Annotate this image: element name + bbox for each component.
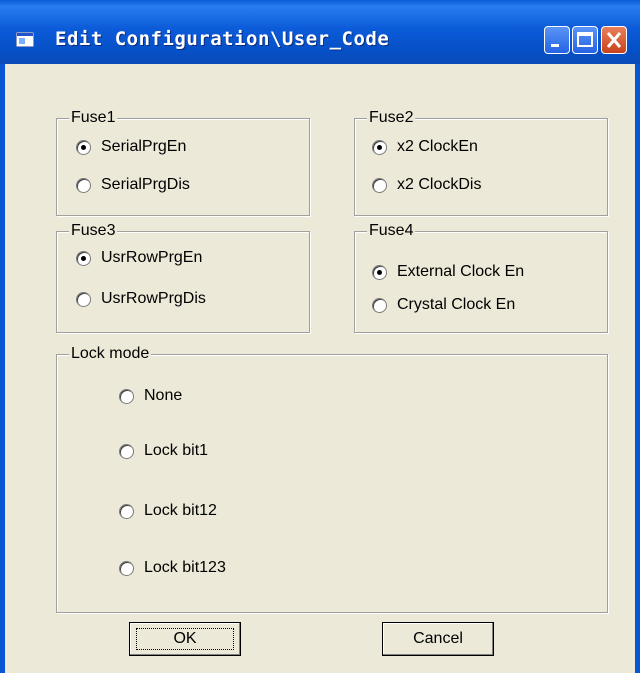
fuse3-group: Fuse3 UsrRowPrgEn UsrRowPrgDis: [56, 222, 310, 333]
radio-usrrowprgen-label: UsrRowPrgEn: [101, 249, 203, 266]
fuse2-label: Fuse2: [367, 109, 416, 127]
radio-lock-bit1[interactable]: Lock bit1: [119, 442, 208, 460]
window-frame-left: [0, 64, 5, 673]
fuse4-group: Fuse4 External Clock En Crystal Clock En: [354, 222, 608, 333]
radio-lock-bit12-label: Lock bit12: [144, 502, 217, 519]
cancel-button[interactable]: Cancel: [382, 622, 494, 656]
fuse2-group: Fuse2 x2 ClockEn x2 ClockDis: [354, 109, 608, 216]
radio-unselected-icon: [76, 291, 91, 307]
radio-unselected-icon: [119, 443, 134, 459]
radio-usrrowprgen[interactable]: UsrRowPrgEn: [76, 249, 202, 267]
radio-serialprgdis[interactable]: SerialPrgDis: [76, 176, 190, 194]
radio-lock-bit123-label: Lock bit123: [144, 559, 226, 576]
radio-x2-clockdis[interactable]: x2 ClockDis: [372, 176, 481, 194]
close-icon: [606, 32, 622, 48]
radio-unselected-icon: [76, 177, 91, 193]
radio-lock-none[interactable]: None: [119, 387, 182, 405]
radio-unselected-icon: [119, 560, 134, 576]
lock-mode-group: Lock mode None Lock bit1 Lock bit12 Lock…: [56, 345, 608, 613]
minimize-button[interactable]: [544, 26, 570, 54]
radio-serialprgen-label: SerialPrgEn: [101, 138, 187, 155]
fuse4-label: Fuse4: [367, 222, 416, 240]
radio-external-clock-en[interactable]: External Clock En: [372, 263, 524, 281]
radio-usrrowprgdis[interactable]: UsrRowPrgDis: [76, 290, 206, 308]
radio-unselected-icon: [372, 177, 387, 193]
window-frame-right: [635, 64, 640, 673]
radio-external-clock-en-label: External Clock En: [397, 263, 525, 280]
lock-mode-label: Lock mode: [69, 345, 152, 363]
title-bar[interactable]: Edit Configuration\User_Code: [0, 0, 640, 64]
radio-x2-clocken-label: x2 ClockEn: [397, 138, 478, 155]
fuse1-group: Fuse1 SerialPrgEn SerialPrgDis: [56, 109, 310, 216]
radio-lock-none-label: None: [144, 387, 183, 404]
radio-serialprgdis-label: SerialPrgDis: [101, 176, 190, 193]
ok-button[interactable]: OK: [129, 622, 241, 656]
radio-lock-bit1-label: Lock bit1: [144, 442, 209, 459]
radio-crystal-clock-en[interactable]: Crystal Clock En: [372, 296, 515, 314]
cancel-button-label: Cancel: [413, 630, 463, 647]
window-title: Edit Configuration\User_Code: [55, 28, 390, 50]
radio-selected-icon: [76, 139, 91, 155]
radio-crystal-clock-en-label: Crystal Clock En: [397, 296, 516, 313]
fuse1-label: Fuse1: [69, 109, 118, 127]
fuse3-label: Fuse3: [69, 222, 118, 240]
radio-unselected-icon: [372, 297, 387, 313]
radio-x2-clocken[interactable]: x2 ClockEn: [372, 138, 478, 156]
radio-serialprgen[interactable]: SerialPrgEn: [76, 138, 186, 156]
radio-lock-bit12[interactable]: Lock bit12: [119, 502, 217, 520]
radio-unselected-icon: [119, 388, 134, 404]
radio-selected-icon: [76, 250, 91, 266]
minimize-icon: [551, 44, 559, 47]
radio-selected-icon: [372, 139, 387, 155]
maximize-icon: [577, 32, 593, 47]
radio-unselected-icon: [119, 503, 134, 519]
dialog-window: Edit Configuration\User_Code Fuse1 Seria…: [0, 0, 640, 673]
radio-usrrowprgdis-label: UsrRowPrgDis: [101, 290, 206, 307]
radio-x2-clockdis-label: x2 ClockDis: [397, 176, 482, 193]
maximize-button[interactable]: [572, 26, 598, 54]
radio-selected-icon: [372, 264, 387, 280]
close-button[interactable]: [601, 26, 627, 54]
app-window-icon: [16, 32, 34, 47]
ok-button-label: OK: [136, 628, 234, 650]
radio-lock-bit123[interactable]: Lock bit123: [119, 559, 226, 577]
